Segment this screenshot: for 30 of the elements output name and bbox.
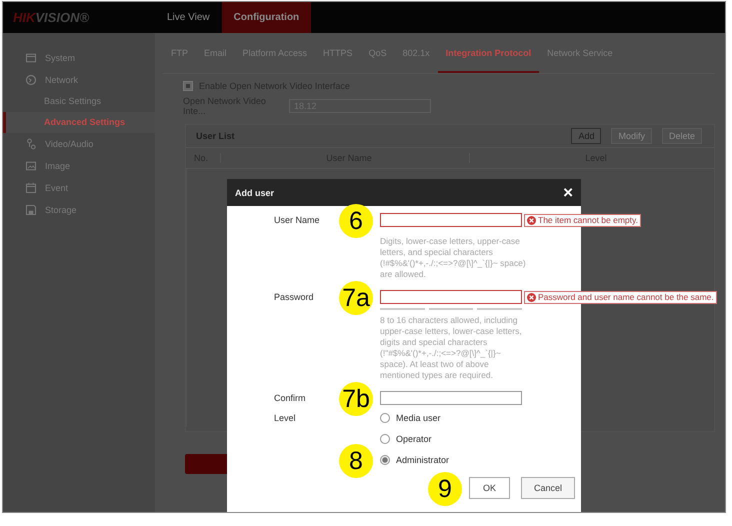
hint-text: 8 to 16 characters allowed, including upper-case letters, lower-case letters, digits and special characters (!"#$%&'()*+,-./:;<=>?@[\]^_`{|}~ space). At least two of above mentioned types are required. <box>380 315 523 381</box>
monitor-icon <box>25 52 37 64</box>
radio-label: Administrator <box>396 454 450 464</box>
dialog-title: Add user <box>235 188 274 198</box>
username-field[interactable] <box>380 213 522 227</box>
logo: HIKVISION® <box>12 9 90 27</box>
radio-button[interactable] <box>380 434 390 444</box>
radio-label: Media user <box>396 412 441 422</box>
field-label: User Name <box>274 215 320 225</box>
error-text: The item cannot be empty. <box>538 214 638 226</box>
tab[interactable]: Integration Protocol <box>438 33 540 73</box>
error-text: Password and user name cannot be the same. <box>538 292 714 302</box>
field-label: Level <box>274 412 296 422</box>
hint-text: Digits, lower-case letters, upper-case letters, and special characters (!#$%&'()*+,-./:;<=>?@[\]^_`{|}~ space) are allowed. <box>380 236 526 280</box>
radio-label: Operator <box>396 434 432 444</box>
cancel-button[interactable]: Cancel <box>520 477 575 499</box>
sidebar-subitem[interactable]: Advanced Settings <box>3 112 155 133</box>
close-button[interactable]: × <box>563 184 573 201</box>
field-label: Password <box>274 292 314 302</box>
ok-button[interactable]: OK <box>468 477 510 499</box>
radio-button[interactable] <box>380 454 390 464</box>
password-field[interactable] <box>380 290 522 304</box>
nav-tab[interactable]: Live View <box>155 2 222 33</box>
field-label: Confirm <box>274 393 306 403</box>
picture-icon <box>25 160 37 172</box>
checkbox[interactable] <box>183 81 193 91</box>
calendar-icon <box>25 182 37 194</box>
radio-button[interactable] <box>380 412 390 422</box>
confirm-password-field[interactable] <box>380 391 522 405</box>
nav-tab[interactable]: Configuration <box>222 2 312 33</box>
